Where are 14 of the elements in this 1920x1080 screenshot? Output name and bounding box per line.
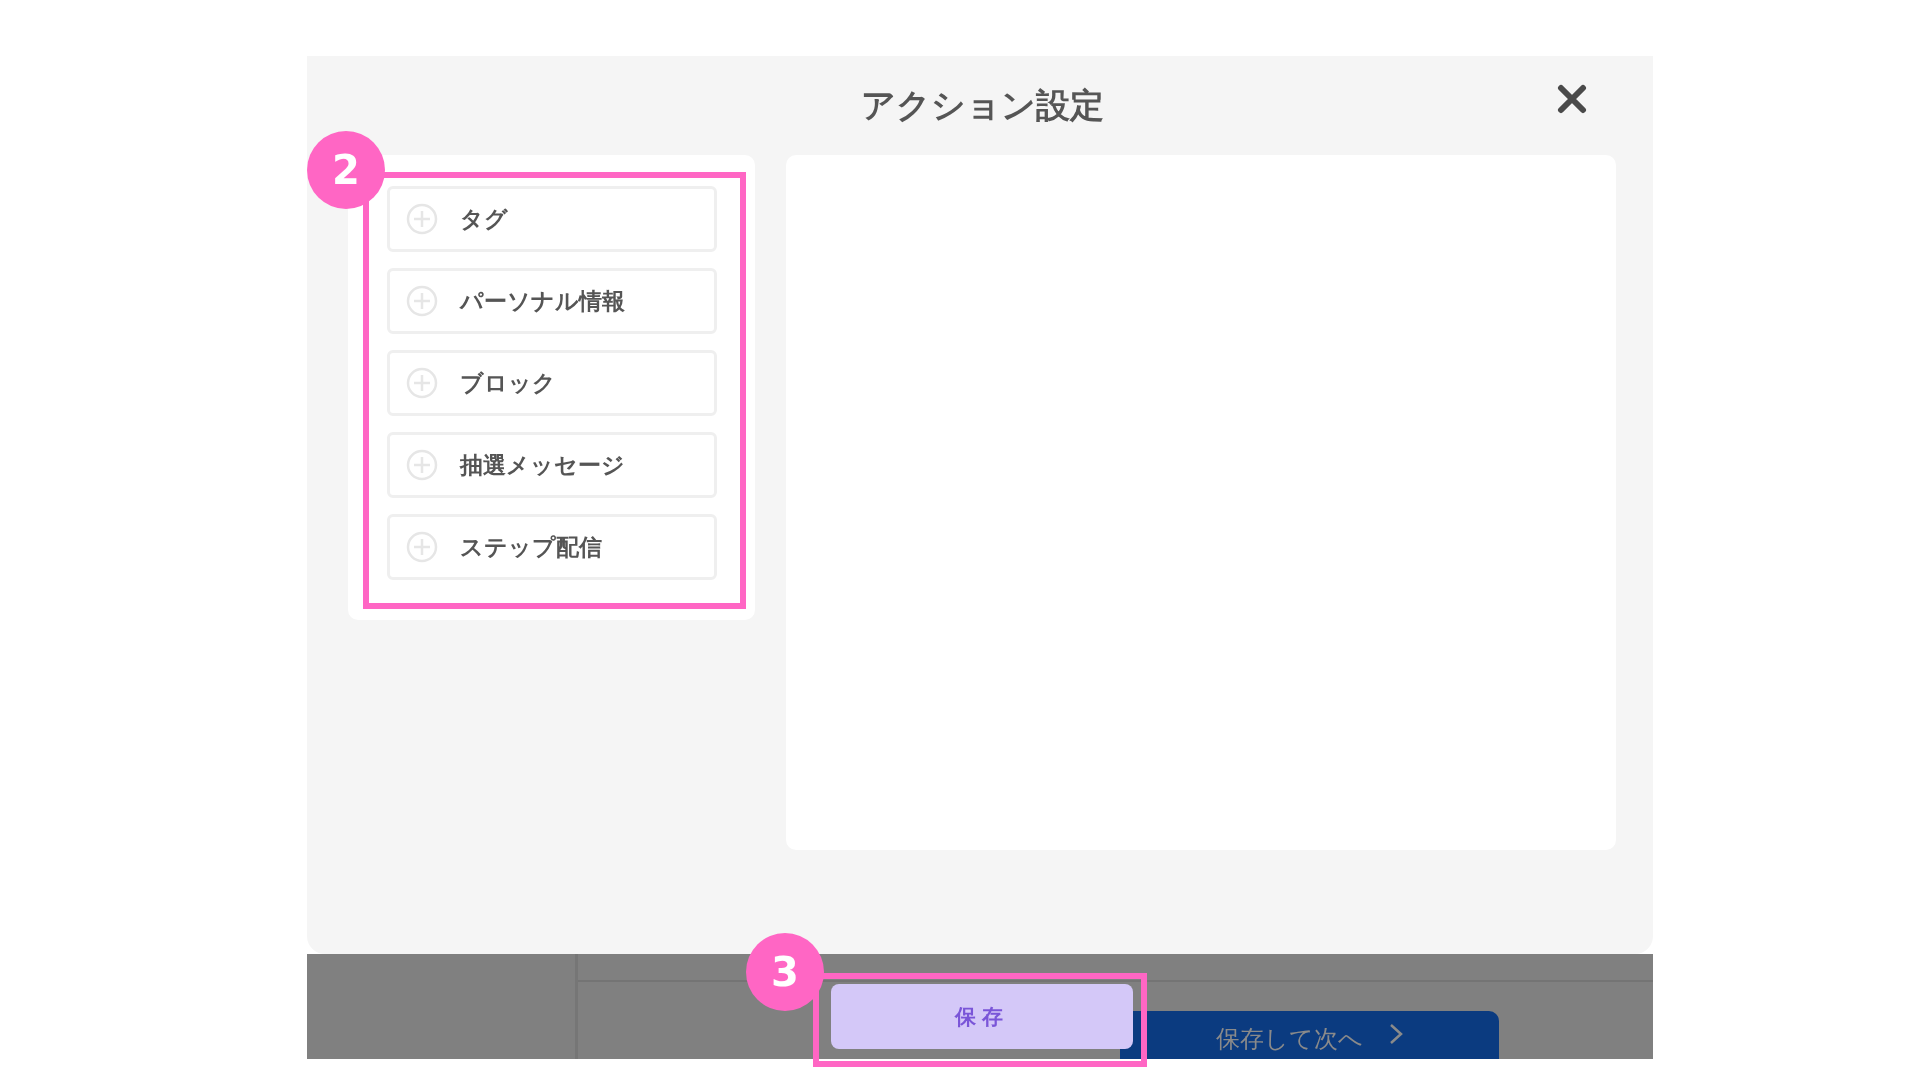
plus-circle-icon [406, 367, 438, 399]
plus-circle-icon [406, 449, 438, 481]
plus-circle-icon [406, 531, 438, 563]
close-button[interactable] [1557, 84, 1587, 114]
action-item[interactable]: ブロック [387, 350, 717, 416]
chevron-right-icon [1389, 1023, 1403, 1045]
action-item[interactable]: ステップ配信 [387, 514, 717, 580]
action-item[interactable]: パーソナル情報 [387, 268, 717, 334]
action-item[interactable]: 抽選メッセージ [387, 432, 717, 498]
plus-circle-icon [406, 203, 438, 235]
action-item[interactable]: タグ [387, 186, 717, 252]
plus-circle-icon [406, 285, 438, 317]
close-icon [1557, 84, 1587, 114]
dialog-title: アクション設定 [860, 83, 1104, 127]
